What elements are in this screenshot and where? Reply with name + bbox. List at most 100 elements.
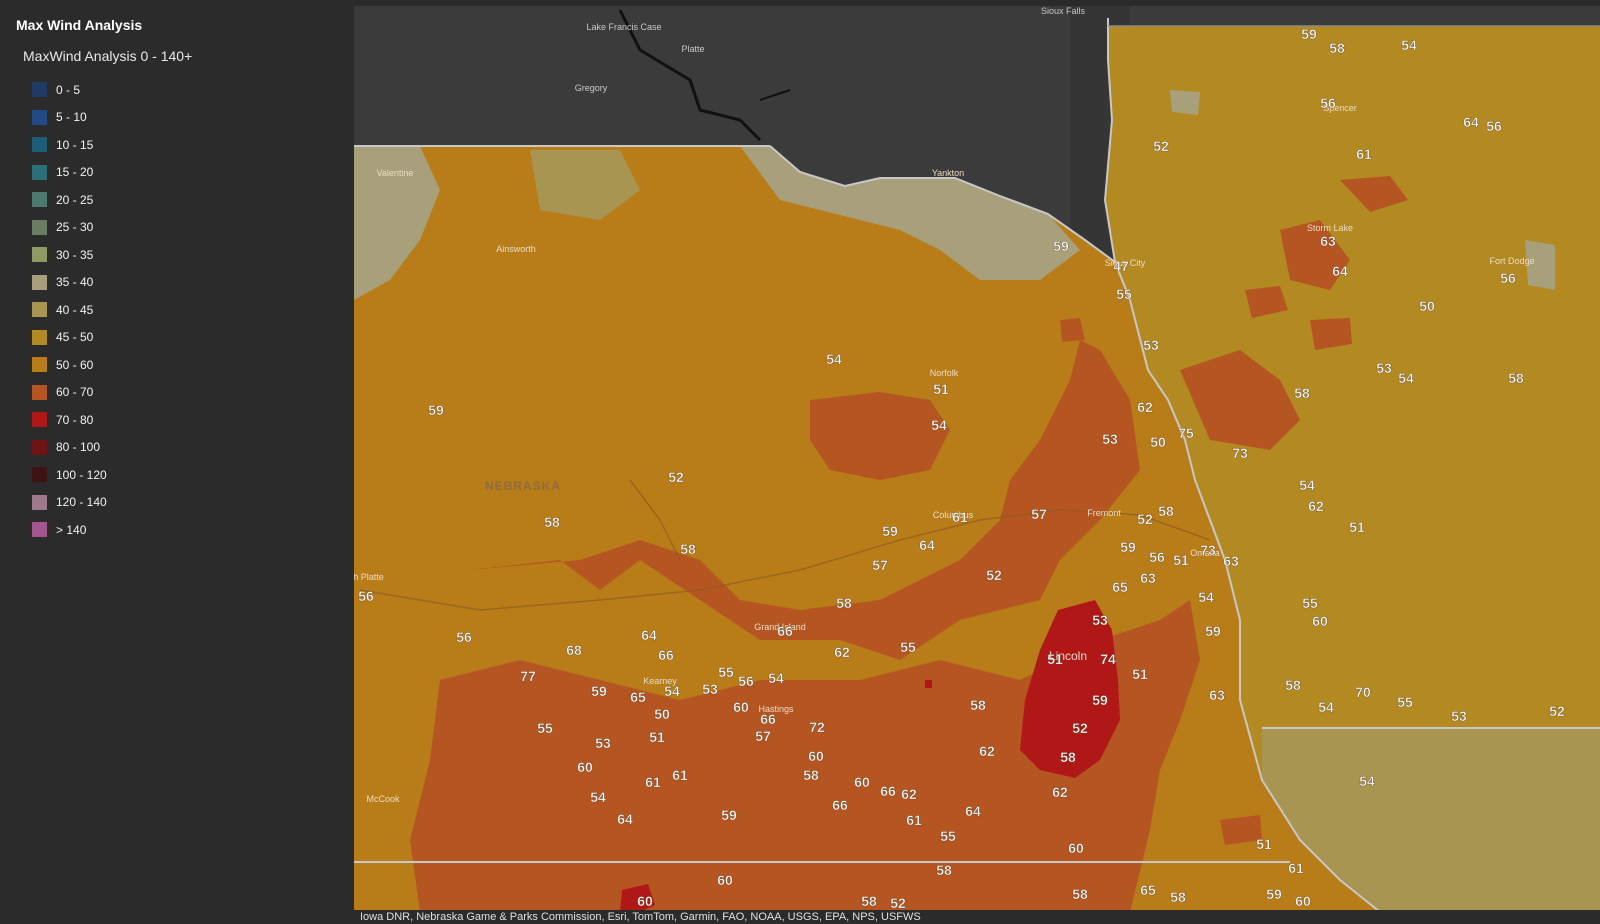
- wind-value-label: 61: [1288, 860, 1304, 876]
- place-label: Fremont: [1087, 508, 1121, 518]
- wind-value-label: 66: [760, 711, 776, 727]
- legend-swatch: [32, 219, 47, 235]
- legend-label: 60 - 70: [56, 385, 94, 400]
- wind-value-label: 55: [1397, 694, 1413, 710]
- wind-value-label: 58: [1072, 886, 1088, 902]
- wind-value-label: 62: [1308, 498, 1324, 514]
- wind-value-label: 58: [1294, 385, 1310, 401]
- wind-value-label: 58: [936, 862, 952, 878]
- wind-value-label: 55: [537, 720, 553, 736]
- wind-value-label: 60: [1295, 893, 1311, 909]
- wind-value-label: 64: [1463, 114, 1479, 130]
- legend-item: 20 - 25: [32, 186, 107, 214]
- legend-label: 120 - 140: [56, 495, 107, 510]
- wind-value-label: 60: [808, 748, 824, 764]
- wind-value-label: 60: [577, 759, 593, 775]
- wind-value-label: 55: [1302, 595, 1318, 611]
- wind-value-label: 62: [901, 786, 917, 802]
- wind-value-label: 53: [1092, 612, 1108, 628]
- place-label: Sioux Falls: [1041, 6, 1086, 16]
- wind-value-label: 66: [777, 623, 793, 639]
- legend-swatch: [32, 164, 47, 180]
- legend-item: 0 - 5: [32, 76, 107, 104]
- wind-value-label: 64: [617, 811, 633, 827]
- legend-label: 100 - 120: [56, 467, 107, 482]
- legend-item: 10 - 15: [32, 131, 107, 159]
- legend-label: 10 - 15: [56, 137, 94, 152]
- wind-value-label: 56: [1149, 549, 1165, 565]
- legend-item: > 140: [32, 516, 107, 544]
- legend-label: 70 - 80: [56, 412, 94, 427]
- wind-value-label: 70: [1355, 684, 1371, 700]
- wind-value-label: 58: [970, 697, 986, 713]
- place-label: Storm Lake: [1307, 223, 1353, 233]
- wind-value-label: 59: [1120, 539, 1136, 555]
- wind-value-label: 51: [1132, 666, 1148, 682]
- wind-value-label: 54: [1198, 589, 1214, 605]
- legend-label: 50 - 60: [56, 357, 94, 372]
- place-label: Lake Francis Case: [586, 22, 661, 32]
- wind-value-label: 58: [680, 541, 696, 557]
- wind-value-label: 54: [1401, 37, 1417, 53]
- wind-value-label: 51: [1173, 552, 1189, 568]
- wind-value-label: 51: [649, 729, 665, 745]
- legend-item: 60 - 70: [32, 379, 107, 407]
- wind-value-label: 74: [1100, 651, 1116, 667]
- wind-value-label: 62: [979, 743, 995, 759]
- legend-item: 15 - 20: [32, 159, 107, 187]
- wind-value-label: 54: [1359, 773, 1375, 789]
- place-label: Fort Dodge: [1489, 256, 1534, 266]
- wind-value-label: 63: [1223, 553, 1239, 569]
- legend-item: 35 - 40: [32, 269, 107, 297]
- legend-item: 70 - 80: [32, 406, 107, 434]
- wind-value-label: 68: [566, 642, 582, 658]
- wind-value-label: 59: [1053, 238, 1069, 254]
- wind-value-label: 47: [1113, 258, 1129, 274]
- legend-label: 40 - 45: [56, 302, 94, 317]
- wind-value-label: 61: [645, 774, 661, 790]
- legend-label: 25 - 30: [56, 220, 94, 235]
- legend-label: 30 - 35: [56, 247, 94, 262]
- wind-value-label: 52: [1072, 720, 1088, 736]
- legend-swatch: [32, 494, 47, 510]
- wind-value-label: 51: [1349, 519, 1365, 535]
- place-label: Norfolk: [930, 368, 959, 378]
- legend-swatch: [32, 302, 47, 318]
- wind-value-label: 58: [1060, 749, 1076, 765]
- wind-value-label: 51: [1256, 836, 1272, 852]
- map-view[interactable]: Sioux Falls Lake Francis Case Platte Gregor…: [354, 6, 1600, 912]
- wind-value-label: 58: [1329, 40, 1345, 56]
- wind-value-label: 56: [1486, 118, 1502, 134]
- legend-item: 30 - 35: [32, 241, 107, 269]
- wind-value-label: 57: [1031, 506, 1047, 522]
- place-label: Ainsworth: [496, 244, 536, 254]
- wind-value-label: 60: [1068, 840, 1084, 856]
- wind-value-label: 60: [637, 893, 653, 909]
- wind-value-label: 58: [861, 893, 877, 909]
- wind-value-label: 62: [1052, 784, 1068, 800]
- wind-value-label: 54: [1398, 370, 1414, 386]
- max-wind-map[interactable]: Sioux Falls Lake Francis Case Platte Gregor…: [354, 6, 1600, 912]
- wind-value-label: 54: [768, 670, 784, 686]
- severe-wind-core: [925, 680, 932, 688]
- wind-value-label: 53: [1143, 337, 1159, 353]
- wind-value-label: 64: [965, 803, 981, 819]
- wind-value-label: 65: [1112, 579, 1128, 595]
- legend-panel: Max Wind Analysis MaxWind Analysis 0 - 1…: [0, 0, 354, 924]
- wind-value-label: 52: [890, 895, 906, 911]
- wind-value-label: 50: [1150, 434, 1166, 450]
- legend-swatch: [32, 137, 47, 153]
- wind-value-label: 59: [1301, 26, 1317, 42]
- wind-value-label: 54: [590, 789, 606, 805]
- wind-value-label: 61: [672, 767, 688, 783]
- wind-value-label: 73: [1200, 542, 1216, 558]
- legend-label: 35 - 40: [56, 275, 94, 290]
- wind-value-label: 52: [1549, 703, 1565, 719]
- wind-value-label: 60: [733, 699, 749, 715]
- legend-item: 120 - 140: [32, 489, 107, 517]
- wind-value-label: 54: [664, 683, 680, 699]
- wind-value-label: 55: [718, 664, 734, 680]
- wind-value-label: 61: [906, 812, 922, 828]
- wind-value-label: 65: [630, 689, 646, 705]
- wind-value-label: 60: [1312, 613, 1328, 629]
